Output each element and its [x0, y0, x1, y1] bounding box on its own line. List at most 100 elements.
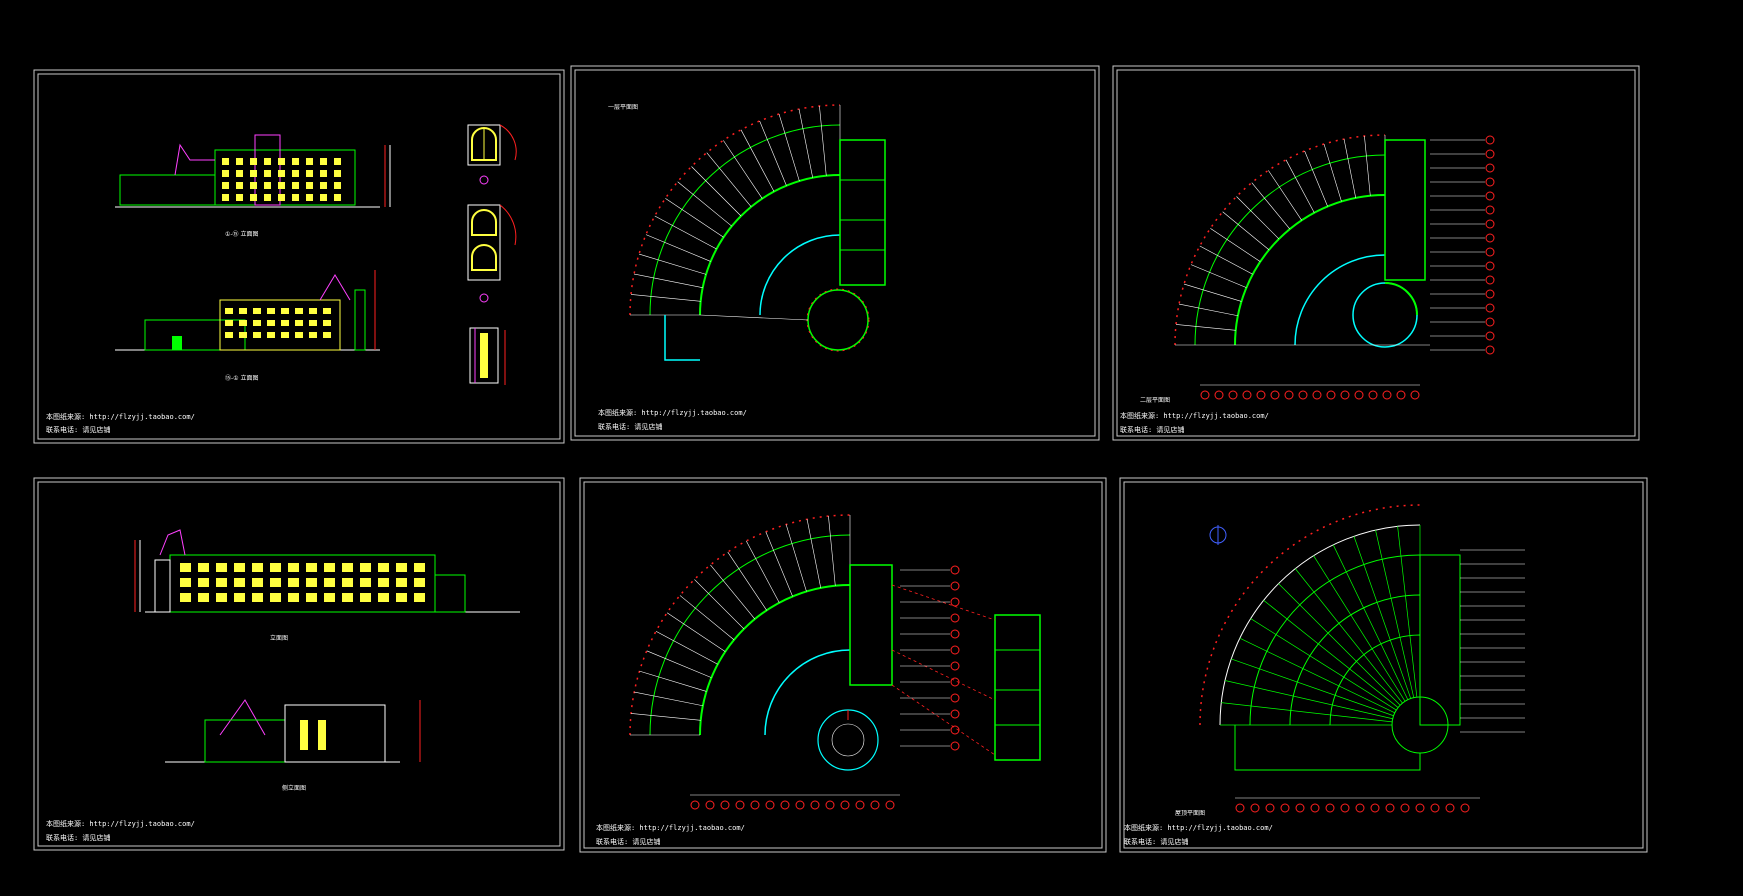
window [396, 593, 407, 602]
window [360, 593, 371, 602]
window [216, 593, 227, 602]
sheet-1-caption-1: ①-⑮ 立面图 [225, 230, 258, 238]
window [222, 170, 229, 177]
window [342, 563, 353, 572]
sheet-4-contact-note: 联系电话: 请见店铺 [46, 833, 110, 842]
cad-drawing-canvas[interactable]: ①-⑮ 立面图 ⑮-① 立面图 本图纸来源: http://flzyjj.tao… [0, 0, 1743, 896]
window [180, 563, 191, 572]
window [270, 563, 281, 572]
sheet-4-source-note: 本图纸来源: http://flzyjj.taobao.com/ [46, 819, 195, 828]
window [323, 308, 331, 314]
window [306, 158, 313, 165]
sheet-2-source-note: 本图纸来源: http://flzyjj.taobao.com/ [598, 408, 747, 417]
window [292, 182, 299, 189]
window [264, 182, 271, 189]
window [288, 593, 299, 602]
window [323, 332, 331, 338]
window [234, 593, 245, 602]
window [225, 308, 233, 314]
window [250, 170, 257, 177]
window [281, 332, 289, 338]
window [306, 194, 313, 201]
sheet-1-contact-note: 联系电话: 请见店铺 [46, 425, 110, 434]
window [320, 158, 327, 165]
window [334, 158, 341, 165]
window [323, 320, 331, 326]
window [236, 194, 243, 201]
window [180, 578, 191, 587]
window [180, 593, 191, 602]
window [295, 308, 303, 314]
window [278, 182, 285, 189]
window [288, 563, 299, 572]
window [198, 593, 209, 602]
sheet-1-source-note: 本图纸来源: http://flzyjj.taobao.com/ [46, 412, 195, 421]
window [334, 194, 341, 201]
sheet-4-caption-1: 立面图 [270, 634, 288, 642]
window [239, 320, 247, 326]
window [250, 182, 257, 189]
window [324, 578, 335, 587]
window [288, 578, 299, 587]
window [334, 182, 341, 189]
window [253, 332, 261, 338]
window [222, 182, 229, 189]
window [236, 170, 243, 177]
window [225, 320, 233, 326]
window [278, 170, 285, 177]
window [378, 593, 389, 602]
window [239, 332, 247, 338]
window [264, 158, 271, 165]
window [320, 194, 327, 201]
sheet-3-caption: 二层平面图 [1140, 397, 1170, 404]
window [222, 158, 229, 165]
window [270, 593, 281, 602]
window [295, 332, 303, 338]
sheet-6-contact-note: 联系电话: 请见店铺 [1124, 837, 1188, 846]
window [306, 593, 317, 602]
window [236, 158, 243, 165]
window [414, 578, 425, 587]
window [234, 578, 245, 587]
sheet-1-caption-2: ⑮-① 立面图 [225, 374, 258, 382]
window [378, 563, 389, 572]
window [252, 563, 263, 572]
sheet-5-contact-note: 联系电话: 请见店铺 [596, 837, 660, 846]
window [264, 194, 271, 201]
window [306, 578, 317, 587]
window [281, 320, 289, 326]
window [292, 194, 299, 201]
window [236, 182, 243, 189]
sheet-6-source-note: 本图纸来源: http://flzyjj.taobao.com/ [1124, 823, 1273, 832]
window [253, 308, 261, 314]
window [264, 170, 271, 177]
window [250, 158, 257, 165]
window [309, 308, 317, 314]
sheet-2-caption: 一层平面图 [608, 104, 638, 111]
window [198, 563, 209, 572]
window [414, 563, 425, 572]
window [252, 593, 263, 602]
window [234, 563, 245, 572]
window [252, 578, 263, 587]
window [267, 332, 275, 338]
window [342, 593, 353, 602]
sheet-3-contact-note: 联系电话: 请见店铺 [1120, 425, 1184, 434]
sheet-2-contact-note: 联系电话: 请见店铺 [598, 422, 662, 431]
window [222, 194, 229, 201]
window [253, 320, 261, 326]
window [278, 194, 285, 201]
window [378, 578, 389, 587]
window [281, 308, 289, 314]
window [267, 320, 275, 326]
window [216, 563, 227, 572]
window [292, 170, 299, 177]
window [306, 182, 313, 189]
window [292, 158, 299, 165]
sheet-3-source-note: 本图纸来源: http://flzyjj.taobao.com/ [1120, 411, 1269, 420]
window [267, 308, 275, 314]
window [198, 578, 209, 587]
window [360, 563, 371, 572]
window [342, 578, 353, 587]
window [414, 593, 425, 602]
